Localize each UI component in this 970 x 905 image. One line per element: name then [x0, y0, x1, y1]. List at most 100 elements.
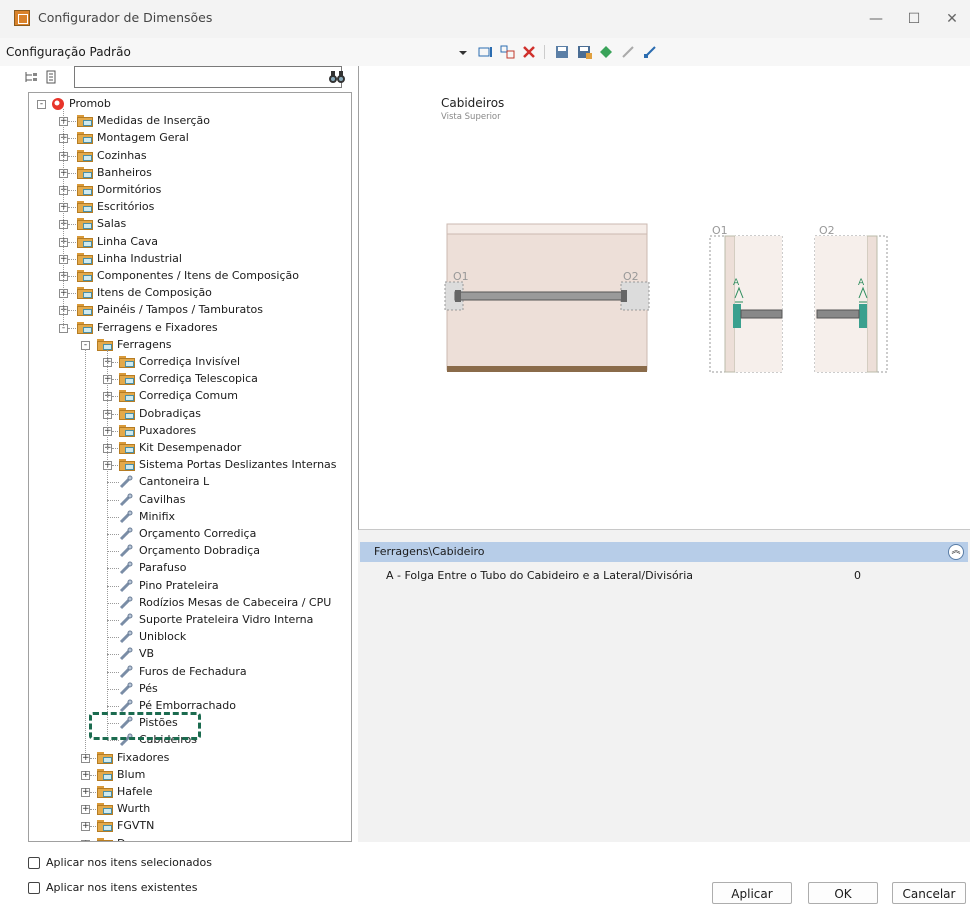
tree-connector — [107, 688, 119, 690]
property-group-header[interactable]: Ferragens\Cabideiro ︽ — [360, 542, 968, 562]
collapse-node-icon[interactable]: - — [37, 100, 46, 109]
tree-connector — [112, 379, 118, 381]
tree-item-label: Orçamento Dobradiça — [139, 544, 260, 558]
expand-node-icon[interactable]: + — [81, 805, 90, 815]
tree-connector — [112, 448, 118, 449]
tree-item-label: Painéis / Tampos / Tamburatos — [97, 303, 264, 317]
tree-connector — [107, 637, 119, 639]
hardware-item-icon — [119, 630, 133, 644]
import-icon[interactable] — [599, 45, 613, 59]
tree-connector — [107, 620, 119, 621]
tree-item-label: Wurth — [117, 802, 151, 816]
tree-connector — [90, 792, 96, 793]
tree-item-label: Montagem Geral — [97, 131, 189, 145]
apply-selected-checkbox[interactable] — [28, 857, 40, 869]
tree-connector — [68, 138, 76, 140]
hardware-item-icon — [119, 510, 133, 524]
save-as-icon[interactable] — [577, 45, 592, 59]
collapse-chevron-icon[interactable]: ︽ — [948, 544, 964, 560]
tree-view-icon[interactable] — [24, 70, 38, 84]
save-icon[interactable] — [555, 45, 569, 59]
binoculars-search-icon[interactable] — [328, 69, 346, 89]
collapse-icon[interactable] — [621, 45, 635, 59]
tree-connector — [85, 348, 86, 759]
tree-connector — [68, 121, 76, 123]
tree-item-label: FGVTN — [117, 819, 155, 833]
folder-icon — [77, 235, 93, 248]
tree-item-label: Furos de Fechadura — [139, 664, 247, 678]
folder-icon — [119, 356, 135, 368]
folder-icon — [97, 820, 113, 833]
close-button[interactable]: ✕ — [934, 6, 970, 32]
tree-item-label: Sistema Portas Deslizantes Internas — [139, 458, 337, 472]
expand-node-icon[interactable]: + — [81, 839, 90, 841]
folder-icon — [77, 287, 93, 300]
tree-item-label: Pino Prateleira — [139, 578, 219, 592]
hardware-item-icon — [119, 561, 133, 575]
folder-icon — [77, 115, 93, 128]
dropdown-arrow-icon[interactable] — [456, 45, 470, 59]
folder-icon — [77, 270, 93, 282]
hardware-item-icon — [119, 475, 133, 489]
hardware-item-icon — [119, 596, 133, 610]
expand-node-icon[interactable]: + — [81, 753, 90, 763]
expand-node-icon[interactable]: + — [81, 770, 90, 780]
expand-node-icon[interactable]: + — [81, 822, 90, 832]
expand-icon[interactable] — [643, 45, 657, 59]
tree-connector — [112, 413, 118, 415]
detail-o2-label: O2 — [819, 224, 835, 237]
expand-node-icon[interactable]: + — [81, 788, 90, 797]
selection-highlight — [89, 712, 201, 740]
folder-icon — [97, 786, 113, 798]
window-title: Configurador de Dimensões — [38, 10, 213, 25]
tree-connector — [68, 172, 76, 174]
apply-selected-label: Aplicar nos itens selecionados — [46, 856, 213, 869]
tree-connector — [107, 740, 119, 742]
tree-item-label: Dancamac — [117, 836, 175, 841]
add-config-icon[interactable] — [478, 45, 492, 59]
tree-item-label: Puxadores — [139, 423, 197, 437]
minimize-button[interactable]: — — [858, 6, 894, 32]
property-row[interactable]: A - Folga Entre o Tubo do Cabideiro e a … — [360, 566, 968, 584]
tree-item-label: Linha Industrial — [97, 251, 182, 265]
tree-item-label: Corrediça Comum — [139, 389, 238, 403]
hardware-item-icon — [119, 527, 133, 541]
toolbar-icons — [456, 44, 657, 60]
apply-existing-checkbox[interactable] — [28, 882, 40, 894]
tree-item-label: Promob — [69, 97, 111, 110]
folder-icon — [77, 132, 93, 145]
maximize-button[interactable]: ☐ — [896, 6, 932, 32]
tree-item-label: Medidas de Inserção — [97, 114, 211, 128]
tree-connector — [90, 826, 96, 828]
app-icon — [14, 10, 30, 26]
tree-toolbar — [24, 66, 354, 92]
property-value[interactable]: 0 — [854, 569, 861, 582]
search-input[interactable] — [74, 66, 342, 88]
folder-icon — [97, 837, 113, 841]
hardware-item-icon — [119, 665, 133, 679]
tree-connector — [107, 516, 119, 518]
folder-icon — [119, 424, 135, 437]
tree-connector — [112, 362, 118, 363]
label-o1: O1 — [453, 270, 469, 283]
tree-connector — [107, 499, 119, 501]
tree-item-label: Rodízios Mesas de Cabeceira / CPU — [139, 595, 332, 609]
folder-icon — [97, 751, 113, 764]
tree-item-label: Corrediça Invisível — [139, 355, 241, 368]
tree-connector — [107, 551, 119, 553]
list-view-icon[interactable] — [44, 70, 58, 84]
tree-connector — [112, 465, 118, 467]
preview-pane: Cabideiros Vista Superior O1 O2 O1 O2 A … — [358, 66, 970, 530]
delete-icon[interactable] — [522, 45, 536, 59]
hardware-item-icon — [119, 647, 133, 661]
folder-icon — [77, 218, 93, 231]
tree-item-label: Hafele — [117, 785, 153, 798]
tree-connector — [63, 109, 64, 328]
toolbar-separator — [544, 45, 547, 59]
tree-connector — [68, 327, 76, 329]
tree-item-label: Dormitórios — [97, 183, 162, 196]
folder-icon — [77, 184, 93, 196]
folder-icon — [97, 803, 113, 816]
copy-config-icon[interactable] — [500, 45, 515, 59]
tree-connector — [107, 671, 119, 673]
